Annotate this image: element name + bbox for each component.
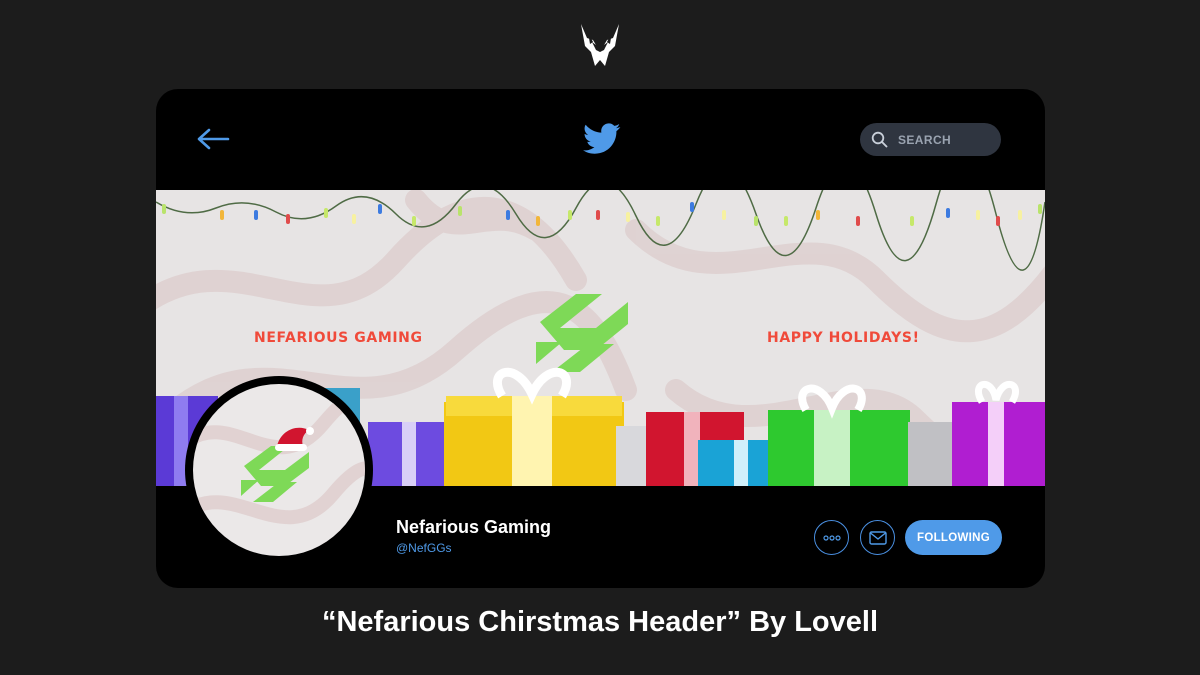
twitter-bird-icon [583, 123, 621, 154]
avatar-image [193, 384, 365, 556]
search-bar[interactable] [860, 123, 1001, 156]
profile-handle[interactable]: @NefGGs [396, 541, 452, 555]
avatar[interactable] [185, 376, 373, 564]
message-button[interactable] [860, 520, 895, 555]
following-button[interactable]: FOLLOWING [905, 520, 1002, 555]
search-icon [871, 131, 888, 148]
string-lights [162, 202, 1042, 226]
twitter-profile-card: NEFARIOUS GAMING HAPPY HOLIDAYS! [156, 89, 1045, 588]
profile-display-name: Nefarious Gaming [396, 517, 552, 537]
arrow-left-icon[interactable] [196, 125, 230, 153]
envelope-icon [868, 530, 887, 545]
banner-left-text: NEFARIOUS GAMING [254, 330, 423, 346]
image-caption: “Nefarious Chirstmas Header” By Lovell [321, 606, 878, 638]
banner-right-text: HAPPY HOLIDAYS! [767, 330, 920, 346]
search-input[interactable] [896, 131, 1000, 148]
more-dots-icon [822, 534, 841, 541]
more-options-button[interactable] [814, 520, 849, 555]
page: NEFARIOUS GAMING HAPPY HOLIDAYS! [0, 0, 1200, 675]
nefarious-mask-logo [581, 24, 619, 66]
